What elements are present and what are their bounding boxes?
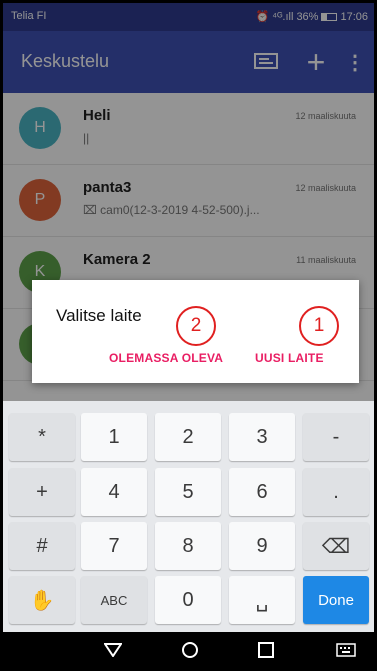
key-9[interactable]: 9 <box>229 522 295 570</box>
home-icon[interactable] <box>175 638 205 662</box>
key-5[interactable]: 5 <box>155 468 221 516</box>
key-3[interactable]: 3 <box>229 413 295 461</box>
key-1[interactable]: 1 <box>81 413 147 461</box>
done-button[interactable]: Done <box>303 576 369 624</box>
new-device-button[interactable]: UUSI LAITE <box>255 351 324 365</box>
key-plus[interactable]: + <box>9 468 75 516</box>
phone-screen: Telia FI ⏰ ⁴ᴳ.ıll 36% 17:06 Keskustelu +… <box>3 3 374 668</box>
recent-apps-icon[interactable] <box>251 638 281 662</box>
select-device-dialog: Valitse laite 2 1 OLEMASSA OLEVA UUSI LA… <box>32 280 359 383</box>
existing-device-button[interactable]: OLEMASSA OLEVA <box>109 351 223 365</box>
navigation-bar <box>3 632 374 668</box>
annotation-marker-2: 2 <box>176 306 216 346</box>
key-7[interactable]: 7 <box>81 522 147 570</box>
key-2[interactable]: 2 <box>155 413 221 461</box>
backspace-icon[interactable]: ⌫ <box>303 522 369 570</box>
key-asterisk[interactable]: * <box>9 413 75 461</box>
gesture-icon[interactable]: ✋ <box>9 576 75 624</box>
space-icon[interactable]: ␣ <box>229 576 295 624</box>
key-6[interactable]: 6 <box>229 468 295 516</box>
key-8[interactable]: 8 <box>155 522 221 570</box>
key-4[interactable]: 4 <box>81 468 147 516</box>
key-minus[interactable]: - <box>303 413 369 461</box>
numeric-keyboard: * 1 2 3 - + 4 5 6 . # 7 8 9 ⌫ ✋ ABC 0 ␣ … <box>3 401 374 632</box>
keyboard-icon[interactable] <box>331 638 361 662</box>
back-icon[interactable] <box>98 638 128 662</box>
annotation-marker-1: 1 <box>299 306 339 346</box>
key-abc[interactable]: ABC <box>81 576 147 624</box>
dialog-title: Valitse laite <box>56 306 142 325</box>
key-hash[interactable]: # <box>9 522 75 570</box>
key-period[interactable]: . <box>303 468 369 516</box>
key-0[interactable]: 0 <box>155 576 221 624</box>
